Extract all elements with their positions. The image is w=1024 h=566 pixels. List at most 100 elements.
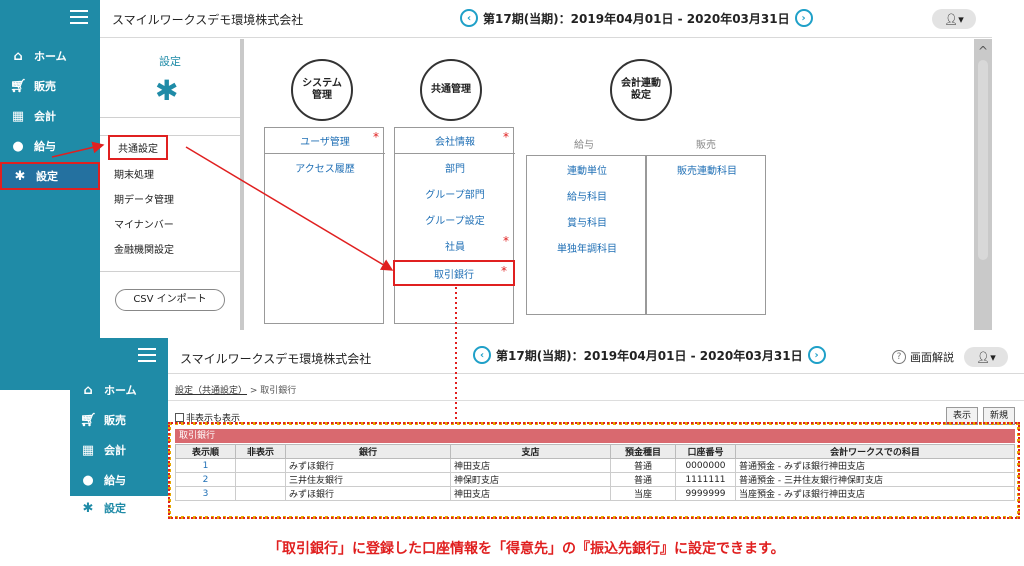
background-screen: ⌂ ホーム 🛒︎ 販売 ▦ 会計 ● 給与 ✱ 設定 スマイルワークスデモ環境株式会社 ‹…: [0, 0, 1024, 390]
year-end-account-link[interactable]: 単独年調科目: [527, 234, 647, 260]
period-selector: ‹ 第17期(当期)：2019年04月01日 - 2020年03月31日 ›: [468, 346, 831, 364]
bank-link[interactable]: 取引銀行 *: [393, 260, 515, 286]
divider: [168, 400, 1024, 401]
link-settings-header: 会計連動 設定: [610, 59, 672, 121]
sidebar: ⌂ ホーム 🛒︎ 販売 ▦ 会計 ● 給与 ✱ 設定: [70, 338, 170, 520]
menu-icon[interactable]: [70, 10, 88, 24]
sidebar-item-sales[interactable]: 🛒︎ 販売: [0, 74, 100, 98]
sidebar-item-label: 給与: [104, 474, 126, 487]
cell-order[interactable]: 2: [175, 472, 236, 487]
link-unit-link[interactable]: 連動単位: [527, 156, 647, 182]
gear-icon: ✱: [14, 168, 26, 184]
user-menu-button[interactable]: 👤︎▾: [932, 9, 976, 29]
company-info-link[interactable]: 会社情報 *: [395, 128, 515, 154]
table-title: 取引銀行: [175, 429, 1015, 443]
col-order[interactable]: 表示順: [175, 444, 236, 459]
period-selector: ‹ 第17期(当期)：2019年04月01日 - 2020年03月31日 ›: [455, 9, 818, 27]
col-account-subject[interactable]: 会計ワークスでの科目: [735, 444, 1015, 459]
col-account-number[interactable]: 口座番号: [675, 444, 736, 459]
sidebar-item-salary[interactable]: ● 給与: [70, 468, 170, 492]
cell-order[interactable]: 3: [175, 486, 236, 501]
next-period-icon[interactable]: ›: [794, 9, 813, 27]
required-mark: *: [503, 234, 509, 248]
scrollbar[interactable]: [978, 60, 988, 260]
prev-period-icon[interactable]: ‹: [473, 346, 491, 364]
settings-item-my-number[interactable]: マイナンバー: [114, 216, 174, 231]
sidebar-item-label: 設定: [104, 502, 126, 515]
sidebar-item-label: 設定: [36, 170, 58, 183]
caption-text: 「取引銀行」に登録した口座情報を「得意先」の『振込先銀行』に設定できます。: [268, 541, 785, 557]
cell-account-number: 9999999: [675, 486, 736, 501]
settings-item-period-data[interactable]: 期データ管理: [114, 191, 174, 206]
sales-link-account-link[interactable]: 販売連動科目: [647, 156, 767, 182]
scroll-up-icon[interactable]: ^: [978, 44, 988, 58]
cell-account-subject: 当座預金 - みずほ銀行神田支店: [735, 486, 1015, 501]
sidebar-item-home[interactable]: ⌂ ホーム: [0, 44, 100, 68]
checkbox-box[interactable]: [175, 413, 184, 422]
table-row[interactable]: 2 三井住友銀行 神保町支店 普通 1111111 普通預金 - 三井住友銀行神…: [175, 472, 1015, 487]
col-branch[interactable]: 支店: [450, 444, 611, 459]
table-row[interactable]: 3 みずほ銀行 神田支店 当座 9999999 当座預金 - みずほ銀行神田支店: [175, 486, 1015, 501]
cell-account-subject: 普通預金 - みずほ銀行神田支店: [735, 458, 1015, 473]
employee-link[interactable]: 社員 *: [395, 232, 515, 258]
menu-icon[interactable]: [138, 348, 156, 362]
settings-title: 設定: [159, 55, 181, 68]
sidebar: ⌂ ホーム 🛒︎ 販売 ▦ 会計 ● 給与 ✱ 設定: [0, 0, 100, 390]
bonus-account-link[interactable]: 賞与科目: [527, 208, 647, 234]
cell-account-number: 0000000: [675, 458, 736, 473]
col-deposit-type[interactable]: 預金種目: [610, 444, 676, 459]
salary-column: 連動単位 給与科目 賞与科目 単独年調科目: [526, 155, 646, 315]
sidebar-item-home[interactable]: ⌂ ホーム: [70, 378, 170, 402]
settings-item-bank[interactable]: 金融機関設定: [114, 241, 174, 256]
user-menu-button[interactable]: 👤︎▾: [964, 347, 1008, 367]
table-row[interactable]: 1 みずほ銀行 神田支店 普通 0000000 普通預金 - みずほ銀行神田支店: [175, 458, 1015, 473]
sidebar-item-settings[interactable]: ✱ 設定: [70, 496, 170, 520]
salary-heading: 給与: [574, 140, 594, 151]
access-history-link[interactable]: アクセス履歴: [265, 154, 385, 180]
sidebar-item-settings[interactable]: ✱ 設定: [0, 162, 100, 190]
cell-bank: 三井住友銀行: [285, 472, 451, 487]
divider: [100, 271, 240, 272]
sidebar-item-accounting[interactable]: ▦ 会計: [70, 438, 170, 462]
system-admin-header: システム 管理: [291, 59, 353, 121]
salary-account-link[interactable]: 給与科目: [527, 182, 647, 208]
company-name: スマイルワークスデモ環境株式会社: [180, 352, 372, 366]
col-hidden[interactable]: 非表示: [235, 444, 286, 459]
csv-import-button[interactable]: CSV インポート: [115, 289, 225, 311]
department-link[interactable]: 部門: [395, 154, 515, 180]
sidebar-item-label: 販売: [104, 414, 126, 427]
sidebar-item-label: 会計: [34, 110, 56, 123]
breadcrumb-link[interactable]: 設定（共通設定）: [175, 386, 247, 396]
sidebar-item-label: ホーム: [104, 384, 137, 397]
user-management-link[interactable]: ユーザ管理 *: [265, 128, 385, 154]
company-name: スマイルワークスデモ環境株式会社: [112, 13, 304, 27]
breadcrumb: 設定（共通設定） > 取引銀行: [175, 383, 296, 396]
sidebar-item-accounting[interactable]: ▦ 会計: [0, 104, 100, 128]
sidebar-item-label: 販売: [34, 80, 56, 93]
sidebar-item-label: 給与: [34, 140, 56, 153]
cell-order[interactable]: 1: [175, 458, 236, 473]
group-settings-link[interactable]: グループ設定: [395, 206, 515, 232]
money-bag-icon: ●: [12, 138, 24, 154]
cell-bank: みずほ銀行: [285, 486, 451, 501]
cart-icon: 🛒︎: [10, 78, 27, 94]
settings-item-closing[interactable]: 期末処理: [114, 166, 154, 181]
breadcrumb-current: > 取引銀行: [249, 386, 297, 396]
common-admin-header: 共通管理: [420, 59, 482, 121]
cell-deposit-type: 当座: [610, 486, 676, 501]
sidebar-item-sales[interactable]: 🛒︎ 販売: [70, 408, 170, 432]
prev-period-icon[interactable]: ‹: [460, 9, 478, 27]
group-department-link[interactable]: グループ部門: [395, 180, 515, 206]
cell-branch: 神田支店: [450, 458, 611, 473]
cell-deposit-type: 普通: [610, 458, 676, 473]
col-bank[interactable]: 銀行: [285, 444, 451, 459]
cell-branch: 神田支店: [450, 486, 611, 501]
sidebar-item-salary[interactable]: ● 給与: [0, 134, 100, 158]
next-period-icon[interactable]: ›: [807, 346, 826, 364]
help-link[interactable]: ? 画面解説: [892, 349, 954, 365]
divider: [100, 117, 240, 118]
cell-hidden: [235, 472, 286, 487]
bank-table-highlight: 取引銀行 表示順 非表示 銀行 支店 預金種目 口座番号 会計ワークスでの科目 …: [168, 422, 1020, 519]
settings-item-common[interactable]: 共通設定: [108, 135, 168, 160]
cell-branch: 神保町支店: [450, 472, 611, 487]
